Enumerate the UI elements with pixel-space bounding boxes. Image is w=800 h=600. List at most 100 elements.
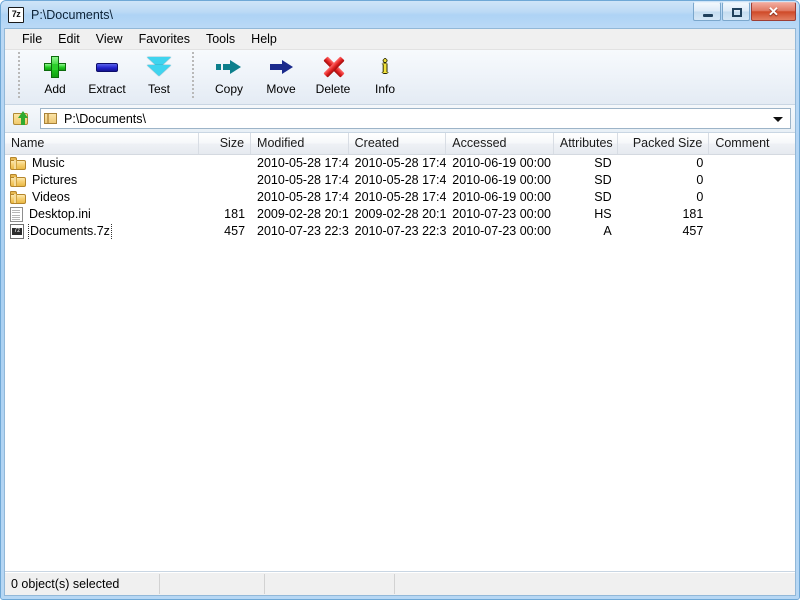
toolbar-group-archive: Add Extract Test <box>29 50 185 104</box>
address-bar: P:\Documents\ <box>5 105 795 133</box>
cell-packed-size: 457 <box>618 223 710 240</box>
address-combobox[interactable]: P:\Documents\ <box>40 108 791 129</box>
folder-icon <box>10 157 26 170</box>
maximize-icon <box>732 8 742 17</box>
cell-modified: 2010-05-28 17:43 <box>251 189 349 206</box>
cell-attributes: SD <box>554 155 618 172</box>
toolbar: Add Extract Test <box>5 50 795 105</box>
menu-file[interactable]: File <box>14 30 50 49</box>
close-button[interactable]: ✕ <box>751 2 796 21</box>
cell-packed-size: 0 <box>618 189 710 206</box>
status-selection-text: 0 object(s) selected <box>5 574 160 594</box>
menu-edit[interactable]: Edit <box>50 30 88 49</box>
cell-created: 2010-07-23 22:32 <box>349 223 447 240</box>
column-header-attributes[interactable]: Attributes <box>554 133 618 154</box>
add-button[interactable]: Add <box>29 50 81 100</box>
move-button[interactable]: Move <box>255 50 307 100</box>
client-area: File Edit View Favorites Tools Help Add <box>4 28 796 596</box>
file-name-label: Videos <box>31 189 71 206</box>
test-button[interactable]: Test <box>133 50 185 100</box>
info-i-icon: i <box>369 54 401 80</box>
info-button[interactable]: i Info <box>359 50 411 100</box>
cell-accessed: 2010-07-23 00:00 <box>446 223 554 240</box>
cell-modified: 2010-05-28 17:43 <box>251 155 349 172</box>
file-name-label: Documents.7z <box>29 223 111 240</box>
app-icon-7zip: 7z <box>8 7 24 23</box>
status-pane-4 <box>395 574 795 594</box>
cell-attributes: SD <box>554 172 618 189</box>
folder-icon <box>10 191 26 204</box>
cell-attributes: SD <box>554 189 618 206</box>
copy-button-label: Copy <box>215 82 243 96</box>
toolbar-grip-left <box>18 52 22 98</box>
column-header-packed-size[interactable]: Packed Size <box>618 133 710 154</box>
toolbar-separator <box>192 52 196 98</box>
address-path-text: P:\Documents\ <box>64 112 146 126</box>
menu-tools[interactable]: Tools <box>198 30 243 49</box>
table-row[interactable]: Videos2010-05-28 17:432010-05-28 17:4320… <box>5 189 795 206</box>
chevron-down-icon[interactable] <box>773 117 783 122</box>
menu-bar: File Edit View Favorites Tools Help <box>5 29 795 50</box>
column-headers: Name Size Modified Created Accessed Attr… <box>5 133 795 155</box>
cell-name: Pictures <box>5 172 199 189</box>
document-icon <box>10 207 23 222</box>
toolbar-group-file: Copy Move Delete <box>203 50 411 104</box>
column-header-comment[interactable]: Comment <box>709 133 795 154</box>
table-row[interactable]: Music2010-05-28 17:432010-05-28 17:43201… <box>5 155 795 172</box>
cell-name: 7z Documents.7z <box>5 223 199 240</box>
plus-icon <box>39 54 71 80</box>
double-chevron-down-icon <box>143 54 175 80</box>
cell-size: 181 <box>199 206 251 223</box>
test-button-label: Test <box>148 82 170 96</box>
cell-size: 457 <box>199 223 251 240</box>
menu-help[interactable]: Help <box>243 30 285 49</box>
cell-created: 2010-05-28 17:43 <box>349 189 447 206</box>
cell-attributes: HS <box>554 206 618 223</box>
application-window: 7z P:\Documents\ ✕ File Edit View Favori… <box>0 0 800 600</box>
cell-packed-size: 0 <box>618 172 710 189</box>
add-button-label: Add <box>44 82 65 96</box>
minimize-button[interactable] <box>693 2 721 21</box>
file-name-label: Pictures <box>31 172 78 189</box>
menu-favorites[interactable]: Favorites <box>131 30 198 49</box>
cell-created: 2010-05-28 17:43 <box>349 155 447 172</box>
cell-packed-size: 0 <box>618 155 710 172</box>
extract-button-label: Extract <box>88 82 125 96</box>
file-name-label: Desktop.ini <box>28 206 92 223</box>
cell-accessed: 2010-06-19 00:00 <box>446 172 554 189</box>
cell-packed-size: 181 <box>618 206 710 223</box>
table-row[interactable]: Desktop.ini1812009-02-28 20:182009-02-28… <box>5 206 795 223</box>
archive-icon: 7z <box>10 224 24 239</box>
cell-accessed: 2010-07-23 00:00 <box>446 206 554 223</box>
copy-button[interactable]: Copy <box>203 50 255 100</box>
file-list: Name Size Modified Created Accessed Attr… <box>5 133 795 572</box>
column-header-modified[interactable]: Modified <box>251 133 349 154</box>
move-button-label: Move <box>266 82 295 96</box>
cell-created: 2010-05-28 17:43 <box>349 172 447 189</box>
status-pane-3 <box>265 574 395 594</box>
table-row[interactable]: Pictures 2010-05-28 17:432010-05-28 17:43… <box>5 172 795 189</box>
arrow-right-move-icon <box>265 54 297 80</box>
minimize-icon <box>703 14 713 17</box>
up-one-level-button[interactable] <box>9 107 35 130</box>
title-bar: 7z P:\Documents\ ✕ <box>1 1 799 28</box>
delete-button[interactable]: Delete <box>307 50 359 100</box>
folder-up-arrow-icon <box>13 111 31 127</box>
column-header-name[interactable]: Name <box>5 133 199 154</box>
menu-view[interactable]: View <box>88 30 131 49</box>
column-header-size[interactable]: Size <box>199 133 251 154</box>
extract-bar-icon <box>91 54 123 80</box>
column-header-created[interactable]: Created <box>349 133 447 154</box>
maximize-button[interactable] <box>722 2 750 21</box>
file-name-label: Music <box>31 155 66 172</box>
column-header-accessed[interactable]: Accessed <box>446 133 554 154</box>
arrow-right-copy-icon <box>213 54 245 80</box>
cell-accessed: 2010-06-19 00:00 <box>446 155 554 172</box>
cell-modified: 2010-05-28 17:43 <box>251 172 349 189</box>
cell-created: 2009-02-28 20:18 <box>349 206 447 223</box>
cell-attributes: A <box>554 223 618 240</box>
extract-button[interactable]: Extract <box>81 50 133 100</box>
window-controls: ✕ <box>693 2 796 21</box>
red-cross-icon <box>317 54 349 80</box>
table-row[interactable]: 7z Documents.7z 457 2010-07-23 22:322010-07… <box>5 223 795 240</box>
